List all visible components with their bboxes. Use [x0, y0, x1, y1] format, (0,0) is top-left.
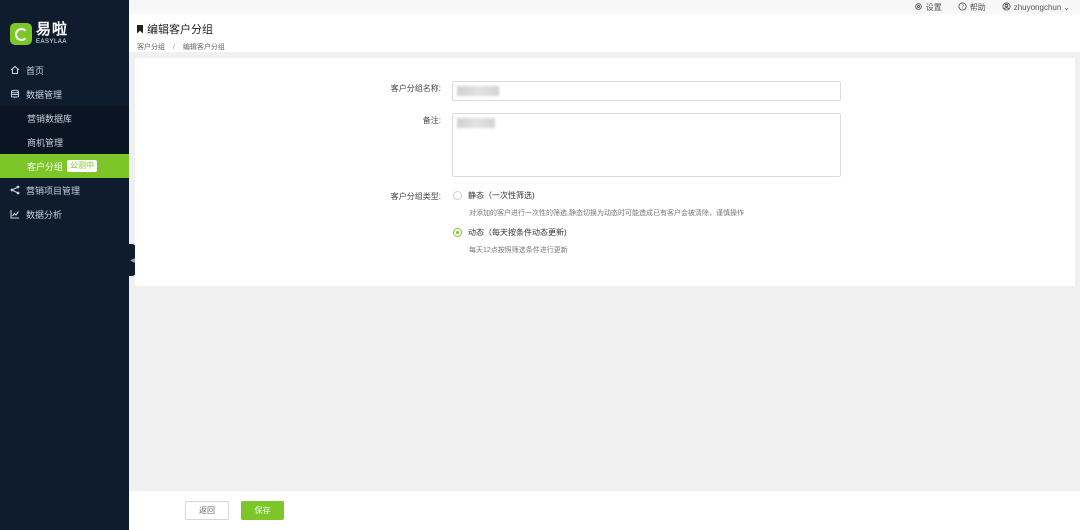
page-title: 编辑客户分组 [137, 21, 1080, 37]
sidebar-item-marketing-project[interactable]: 营销项目管理 [0, 178, 129, 202]
sidebar-item-opportunity[interactable]: 商机管理 [0, 130, 129, 154]
footer-actions: 返回 保存 [129, 491, 1080, 530]
sidebar-item-customer-group[interactable]: 客户分组 公测中 [0, 154, 129, 178]
remark-label: 备注: [422, 116, 441, 125]
radio-static-label: 静态（一次性筛选) [468, 191, 535, 200]
sidebar-item-data-management[interactable]: 数据管理 [0, 82, 129, 106]
sidebar-item-marketing-database[interactable]: 营销数据库 [0, 106, 129, 130]
save-button[interactable]: 保存 [241, 501, 284, 520]
chevron-down-icon: ⌄ [1063, 2, 1070, 12]
breadcrumb-separator: / [172, 44, 175, 51]
sidebar-item-label: 商机管理 [27, 137, 64, 148]
help-label: 帮助 [969, 2, 986, 12]
user-icon [1002, 1, 1011, 13]
sidebar: 易啦 EASYLAA 首页 数据管理 营销数据库 商机管理 客户分组 公测中 营… [0, 0, 129, 530]
sidebar-item-label: 客户分组 [27, 161, 64, 172]
sidebar-item-home[interactable]: 首页 [0, 58, 129, 82]
sidebar-item-label: 营销项目管理 [26, 185, 81, 196]
beta-badge: 公测中 [67, 160, 98, 172]
home-icon [10, 65, 20, 75]
redacted-value [457, 118, 495, 128]
sidebar-item-label: 营销数据库 [27, 113, 73, 124]
form-card: 客户分组名称: 备注: 客户分组类型: 静态（一次性筛选) 对添加的客户进行一次… [135, 58, 1075, 286]
database-icon [10, 89, 20, 99]
svg-text:?: ? [961, 4, 964, 10]
sidebar-submenu: 营销数据库 商机管理 客户分组 公测中 [0, 106, 129, 178]
sidebar-item-label: 数据分析 [26, 209, 63, 220]
radio-static[interactable]: 静态（一次性筛选) [453, 190, 535, 201]
help-icon: ? [958, 1, 967, 13]
username: zhuyongchun [1013, 2, 1062, 12]
breadcrumb-item[interactable]: 客户分组 [137, 44, 165, 51]
radio-dynamic-label: 动态（每天按条件动态更新) [468, 228, 567, 237]
breadcrumb-item: 编辑客户分组 [182, 44, 225, 51]
static-hint: 对添加的客户进行一次性的筛选,静态切换为动态时可能造成已有客户会被清除，谨慎操作 [469, 210, 744, 217]
line-chart-icon [10, 209, 20, 219]
radio-dynamic[interactable]: 动态（每天按条件动态更新) [453, 227, 567, 238]
dynamic-hint: 每天12点按照筛选条件进行更新 [469, 247, 568, 254]
brand-name-cn: 易啦 [36, 21, 69, 38]
radio-static-circle[interactable] [453, 191, 462, 200]
help-link[interactable]: ? 帮助 [958, 1, 986, 13]
settings-label: 设置 [925, 2, 942, 12]
group-name-input[interactable] [452, 81, 841, 101]
remark-textarea[interactable] [452, 113, 841, 177]
bookmark-icon [137, 24, 143, 34]
page-header: 编辑客户分组 客户分组 / 编辑客户分组 [129, 14, 1080, 52]
logo[interactable]: 易啦 EASYLAA [10, 22, 68, 45]
brand-name-en: EASYLAA [36, 39, 67, 45]
radio-dynamic-circle[interactable] [453, 228, 462, 237]
breadcrumb: 客户分组 / 编辑客户分组 [137, 42, 1080, 52]
group-name-label: 客户分组名称: [390, 84, 441, 93]
top-bar: 设置 ? 帮助 zhuyongchun ⌄ [129, 0, 1080, 14]
page-title-text: 编辑客户分组 [147, 24, 213, 36]
share-icon [10, 185, 20, 195]
back-button[interactable]: 返回 [185, 501, 229, 520]
user-menu[interactable]: zhuyongchun ⌄ [1002, 1, 1070, 13]
sidebar-item-label: 首页 [26, 65, 45, 76]
redacted-value [457, 86, 499, 96]
group-type-label: 客户分组类型: [390, 192, 441, 201]
sidebar-item-label: 数据管理 [26, 89, 63, 100]
sidebar-nav: 首页 数据管理 营销数据库 商机管理 客户分组 公测中 营销项目管理 数据分析 [0, 58, 129, 226]
settings-link[interactable]: 设置 [914, 2, 942, 13]
gear-icon [914, 2, 923, 13]
sidebar-item-data-analysis[interactable]: 数据分析 [0, 202, 129, 226]
logo-icon [10, 22, 32, 45]
